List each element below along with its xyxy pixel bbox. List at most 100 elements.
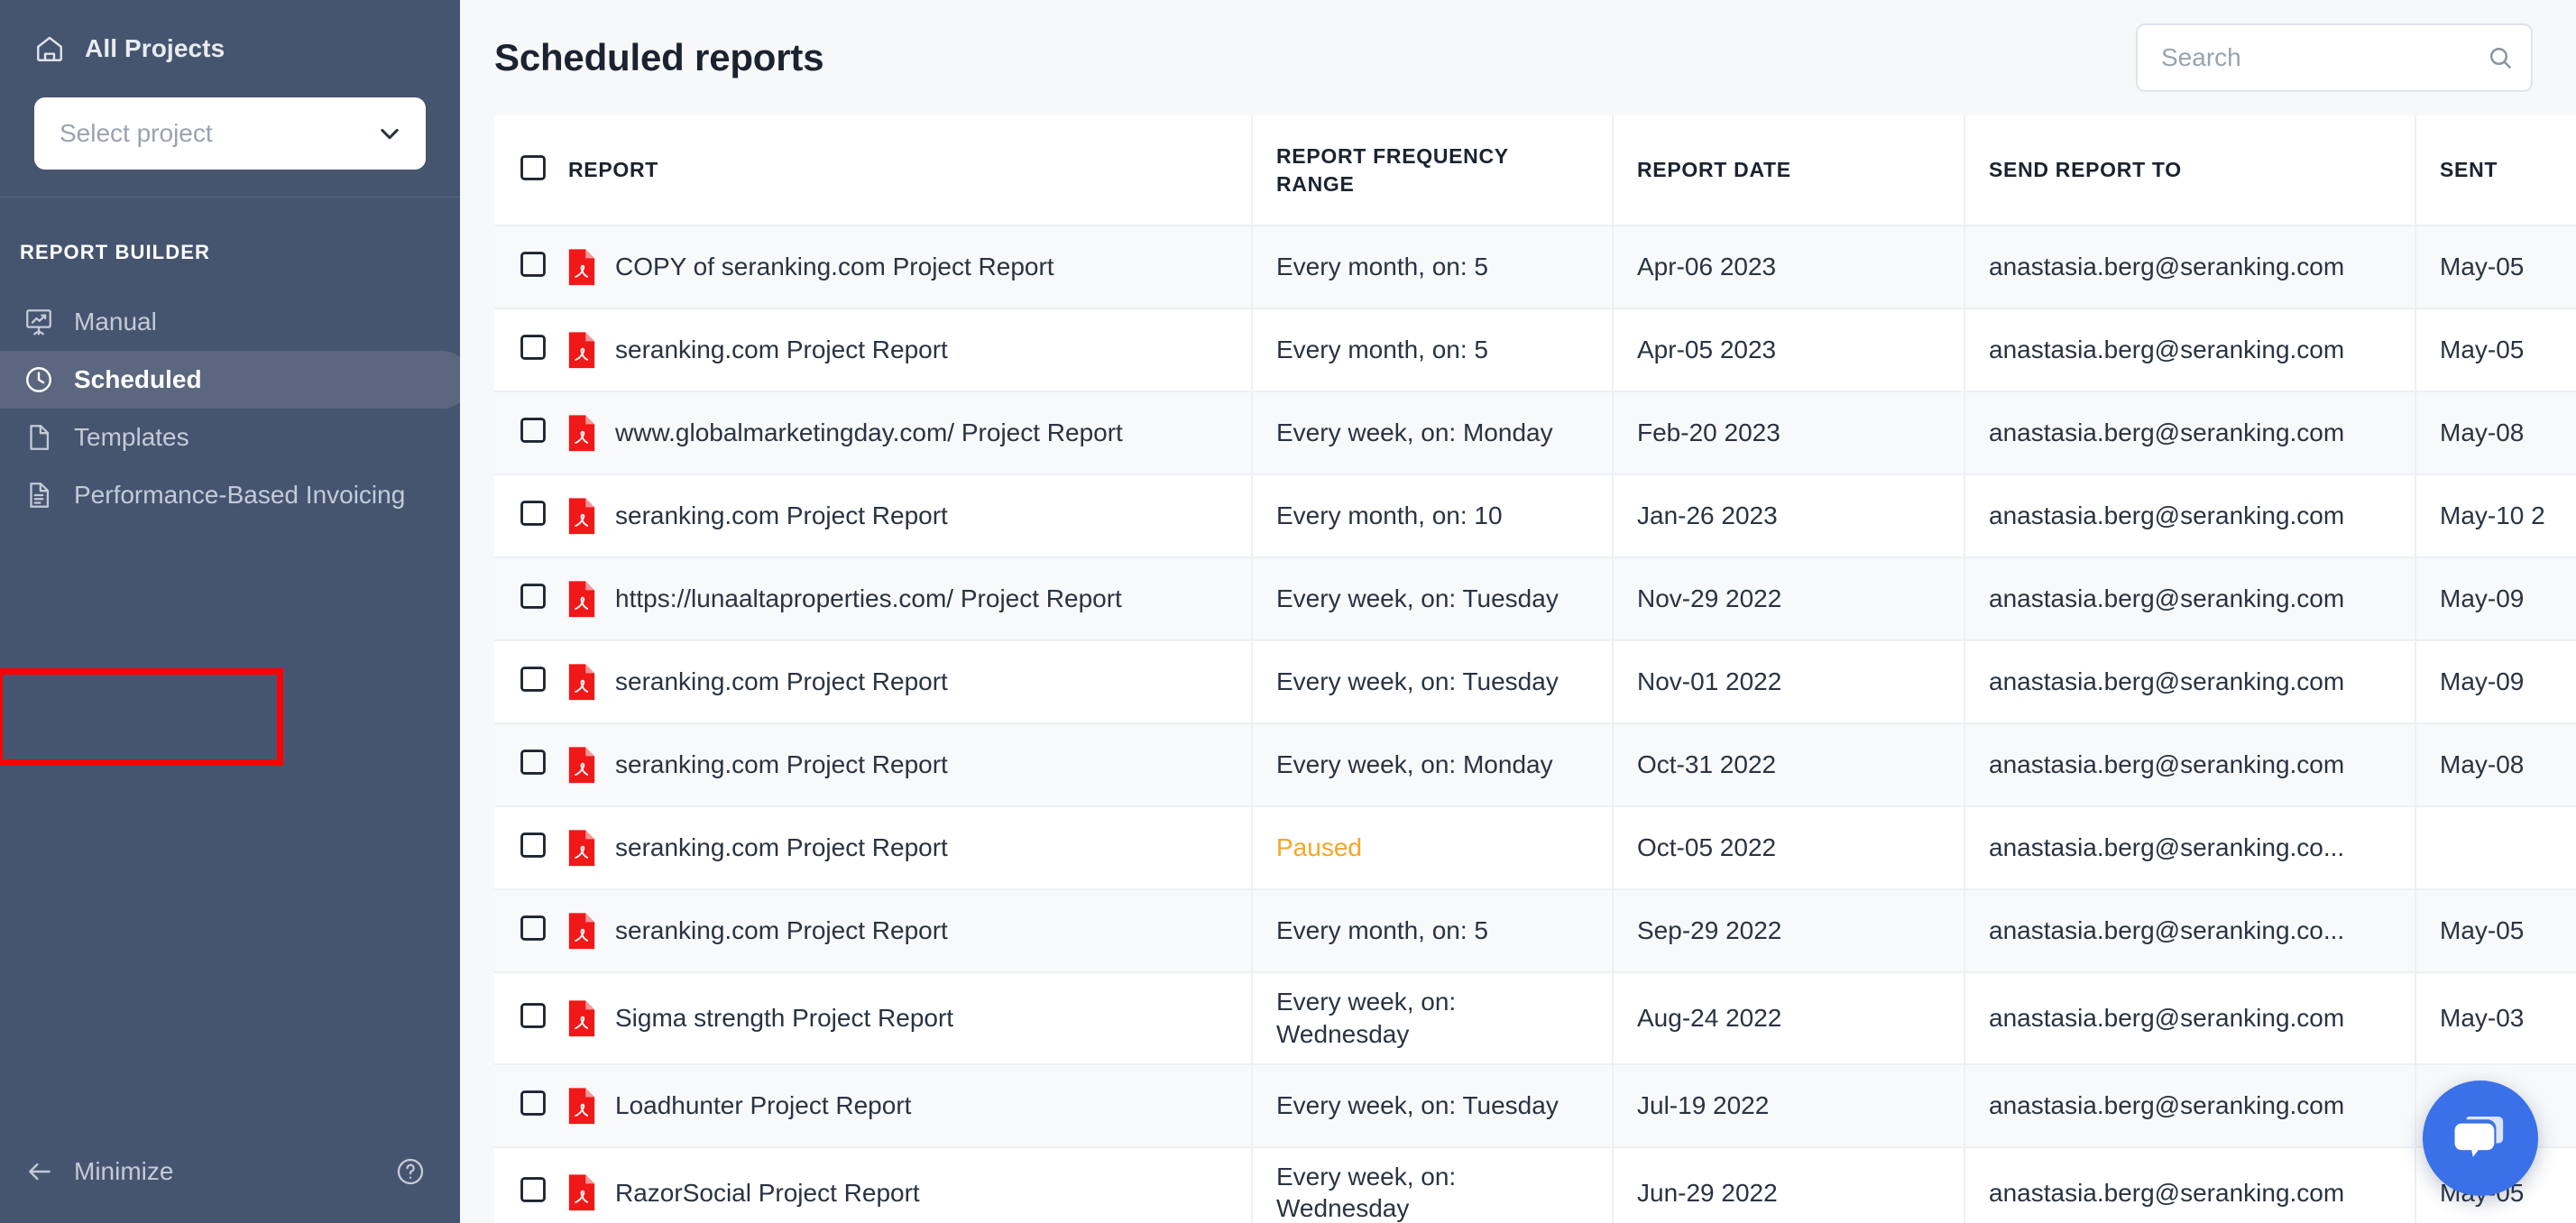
pdf-icon (566, 1173, 597, 1211)
frequency-value: Every week, on: Tuesday (1276, 1090, 1559, 1119)
cell-send-report-to: anastasia.berg@seranking.com (1964, 1063, 2416, 1148)
report-name[interactable]: seranking.com Project Report (615, 666, 1228, 698)
question-circle-icon[interactable] (395, 1156, 426, 1187)
row-checkbox[interactable] (518, 913, 548, 949)
row-checkbox[interactable] (518, 747, 548, 783)
row-checkbox[interactable] (518, 830, 548, 866)
chat-widget-button[interactable] (2423, 1080, 2538, 1196)
report-name[interactable]: seranking.com Project Report (615, 334, 1228, 366)
cell-send-report-to: anastasia.berg@seranking.com (1964, 391, 2416, 475)
table-row[interactable]: seranking.com Project Report Every month… (494, 889, 2576, 973)
table-row[interactable]: https://lunaaltaproperties.com/ Project … (494, 557, 2576, 641)
report-name[interactable]: seranking.com Project Report (615, 915, 1228, 947)
project-select-dropdown[interactable]: Select project (34, 97, 426, 170)
cell-sent: May-08 (2415, 723, 2576, 807)
row-checkbox[interactable] (518, 332, 548, 368)
cell-frequency: Every week, on: Wednesday (1252, 1146, 1614, 1223)
report-date-value: Sep-29 2022 (1637, 916, 1782, 945)
table-row[interactable]: seranking.com Project Report Every month… (494, 308, 2576, 392)
report-name[interactable]: seranking.com Project Report (615, 749, 1228, 781)
select-all-checkbox[interactable] (518, 152, 548, 189)
clock-icon (23, 364, 54, 395)
search-input[interactable] (2161, 43, 2487, 72)
cell-sent: May-08 (2415, 391, 2576, 475)
cell-sent: May-05 (2415, 308, 2576, 392)
report-name[interactable]: COPY of seranking.com Project Report (615, 251, 1228, 283)
send-to-value: anastasia.berg@seranking.com (1989, 418, 2345, 447)
cell-send-report-to: anastasia.berg@seranking.com (1964, 557, 2416, 641)
search-box[interactable] (2136, 23, 2533, 92)
send-to-value: anastasia.berg@seranking.com (1989, 253, 2345, 281)
row-checkbox[interactable] (518, 1088, 548, 1124)
send-to-value: anastasia.berg@seranking.com (1989, 667, 2345, 696)
sidebar-item-performance-based-invoicing[interactable]: Performance-Based Invoicing (0, 466, 460, 524)
sent-value: May-09 (2440, 667, 2525, 696)
report-name[interactable]: seranking.com Project Report (615, 832, 1228, 864)
frequency-value: Every week, on: Tuesday (1276, 584, 1559, 613)
table-row[interactable]: seranking.com Project Report Paused Oct-0… (494, 806, 2576, 890)
table-scroll-area[interactable]: REPORT REPORT FREQUENCY RANGE REPORT DAT… (460, 115, 2576, 1223)
row-checkbox[interactable] (518, 664, 548, 700)
report-name[interactable]: Sigma strength Project Report (615, 1002, 1228, 1034)
sidebar-item-label: Scheduled (74, 364, 202, 393)
search-icon[interactable] (2487, 44, 2514, 71)
report-name[interactable]: seranking.com Project Report (615, 500, 1228, 532)
cell-sent: May-05 (2415, 889, 2576, 973)
minimize-button[interactable]: Minimize (25, 1157, 173, 1186)
report-name[interactable]: RazorSocial Project Report (615, 1177, 1228, 1209)
cell-sent: May-09 (2415, 640, 2576, 724)
pdf-icon (566, 580, 597, 618)
sidebar-item-scheduled[interactable]: Scheduled (0, 351, 471, 409)
row-checkbox[interactable] (518, 1174, 548, 1210)
cell-report: COPY of seranking.com Project Report (494, 225, 1253, 309)
cell-report: seranking.com Project Report (494, 640, 1253, 724)
send-to-value: anastasia.berg@seranking.com (1989, 501, 2345, 530)
cell-frequency: Every month, on: 10 (1252, 474, 1614, 558)
app-root: All Projects Select project REPORT BUILD… (0, 0, 2576, 1223)
row-checkbox[interactable] (518, 249, 548, 285)
report-name[interactable]: www.globalmarketingday.com/ Project Repo… (615, 417, 1228, 449)
row-checkbox[interactable] (518, 498, 548, 534)
report-date-value: Aug-24 2022 (1637, 1003, 1782, 1032)
sidebar-item-templates[interactable]: Templates (0, 409, 460, 466)
table-row[interactable]: www.globalmarketingday.com/ Project Repo… (494, 391, 2576, 475)
table-row[interactable]: seranking.com Project Report Every month… (494, 474, 2576, 558)
report-name[interactable]: Loadhunter Project Report (615, 1090, 1228, 1122)
table-head: REPORT REPORT FREQUENCY RANGE REPORT DAT… (494, 115, 2576, 226)
pdf-icon (566, 663, 597, 701)
table-row[interactable]: seranking.com Project Report Every week,… (494, 723, 2576, 807)
table-row[interactable]: Sigma strength Project Report Every week… (494, 972, 2576, 1065)
column-header-label: REPORT DATE (1637, 158, 1791, 182)
column-header-report-date: REPORT DATE (1613, 115, 1965, 226)
send-to-value: anastasia.berg@seranking.com (1989, 584, 2345, 613)
cell-send-report-to: anastasia.berg@seranking.co... (1964, 889, 2416, 973)
cell-report-date: Jan-26 2023 (1613, 474, 1965, 558)
table-row[interactable]: seranking.com Project Report Every week,… (494, 640, 2576, 724)
cell-report: RazorSocial Project Report (494, 1146, 1253, 1223)
report-date-value: Jan-26 2023 (1637, 501, 1778, 530)
table-row[interactable]: COPY of seranking.com Project Report Eve… (494, 225, 2576, 309)
cell-frequency: Every week, on: Wednesday (1252, 972, 1614, 1065)
cell-sent: May-10 2 (2415, 474, 2576, 558)
scheduled-highlight-annotation (0, 668, 283, 766)
cell-report: seranking.com Project Report (494, 806, 1253, 890)
cell-send-report-to: anastasia.berg@seranking.com (1964, 723, 2416, 807)
cell-frequency: Every month, on: 5 (1252, 225, 1614, 309)
cell-send-report-to: anastasia.berg@seranking.com (1964, 1146, 2416, 1223)
table-row[interactable]: RazorSocial Project Report Every week, o… (494, 1146, 2576, 1223)
table-row[interactable]: Loadhunter Project Report Every week, on… (494, 1063, 2576, 1148)
sidebar-item-manual[interactable]: Manual (0, 293, 460, 351)
sidebar-item-label: Templates (74, 422, 189, 451)
column-header-label: SENT (2440, 158, 2498, 182)
sent-value: May-08 (2440, 418, 2525, 447)
report-name[interactable]: https://lunaaltaproperties.com/ Project … (615, 583, 1228, 615)
cell-report: Sigma strength Project Report (494, 972, 1253, 1065)
row-checkbox[interactable] (518, 415, 548, 451)
row-checkbox[interactable] (518, 1000, 548, 1036)
cell-report-date: Oct-31 2022 (1613, 723, 1965, 807)
send-to-value: anastasia.berg@seranking.com (1989, 1003, 2345, 1032)
cell-sent: May-09 (2415, 557, 2576, 641)
row-checkbox[interactable] (518, 581, 548, 617)
all-projects-link[interactable]: All Projects (34, 23, 426, 74)
cell-report: www.globalmarketingday.com/ Project Repo… (494, 391, 1253, 475)
